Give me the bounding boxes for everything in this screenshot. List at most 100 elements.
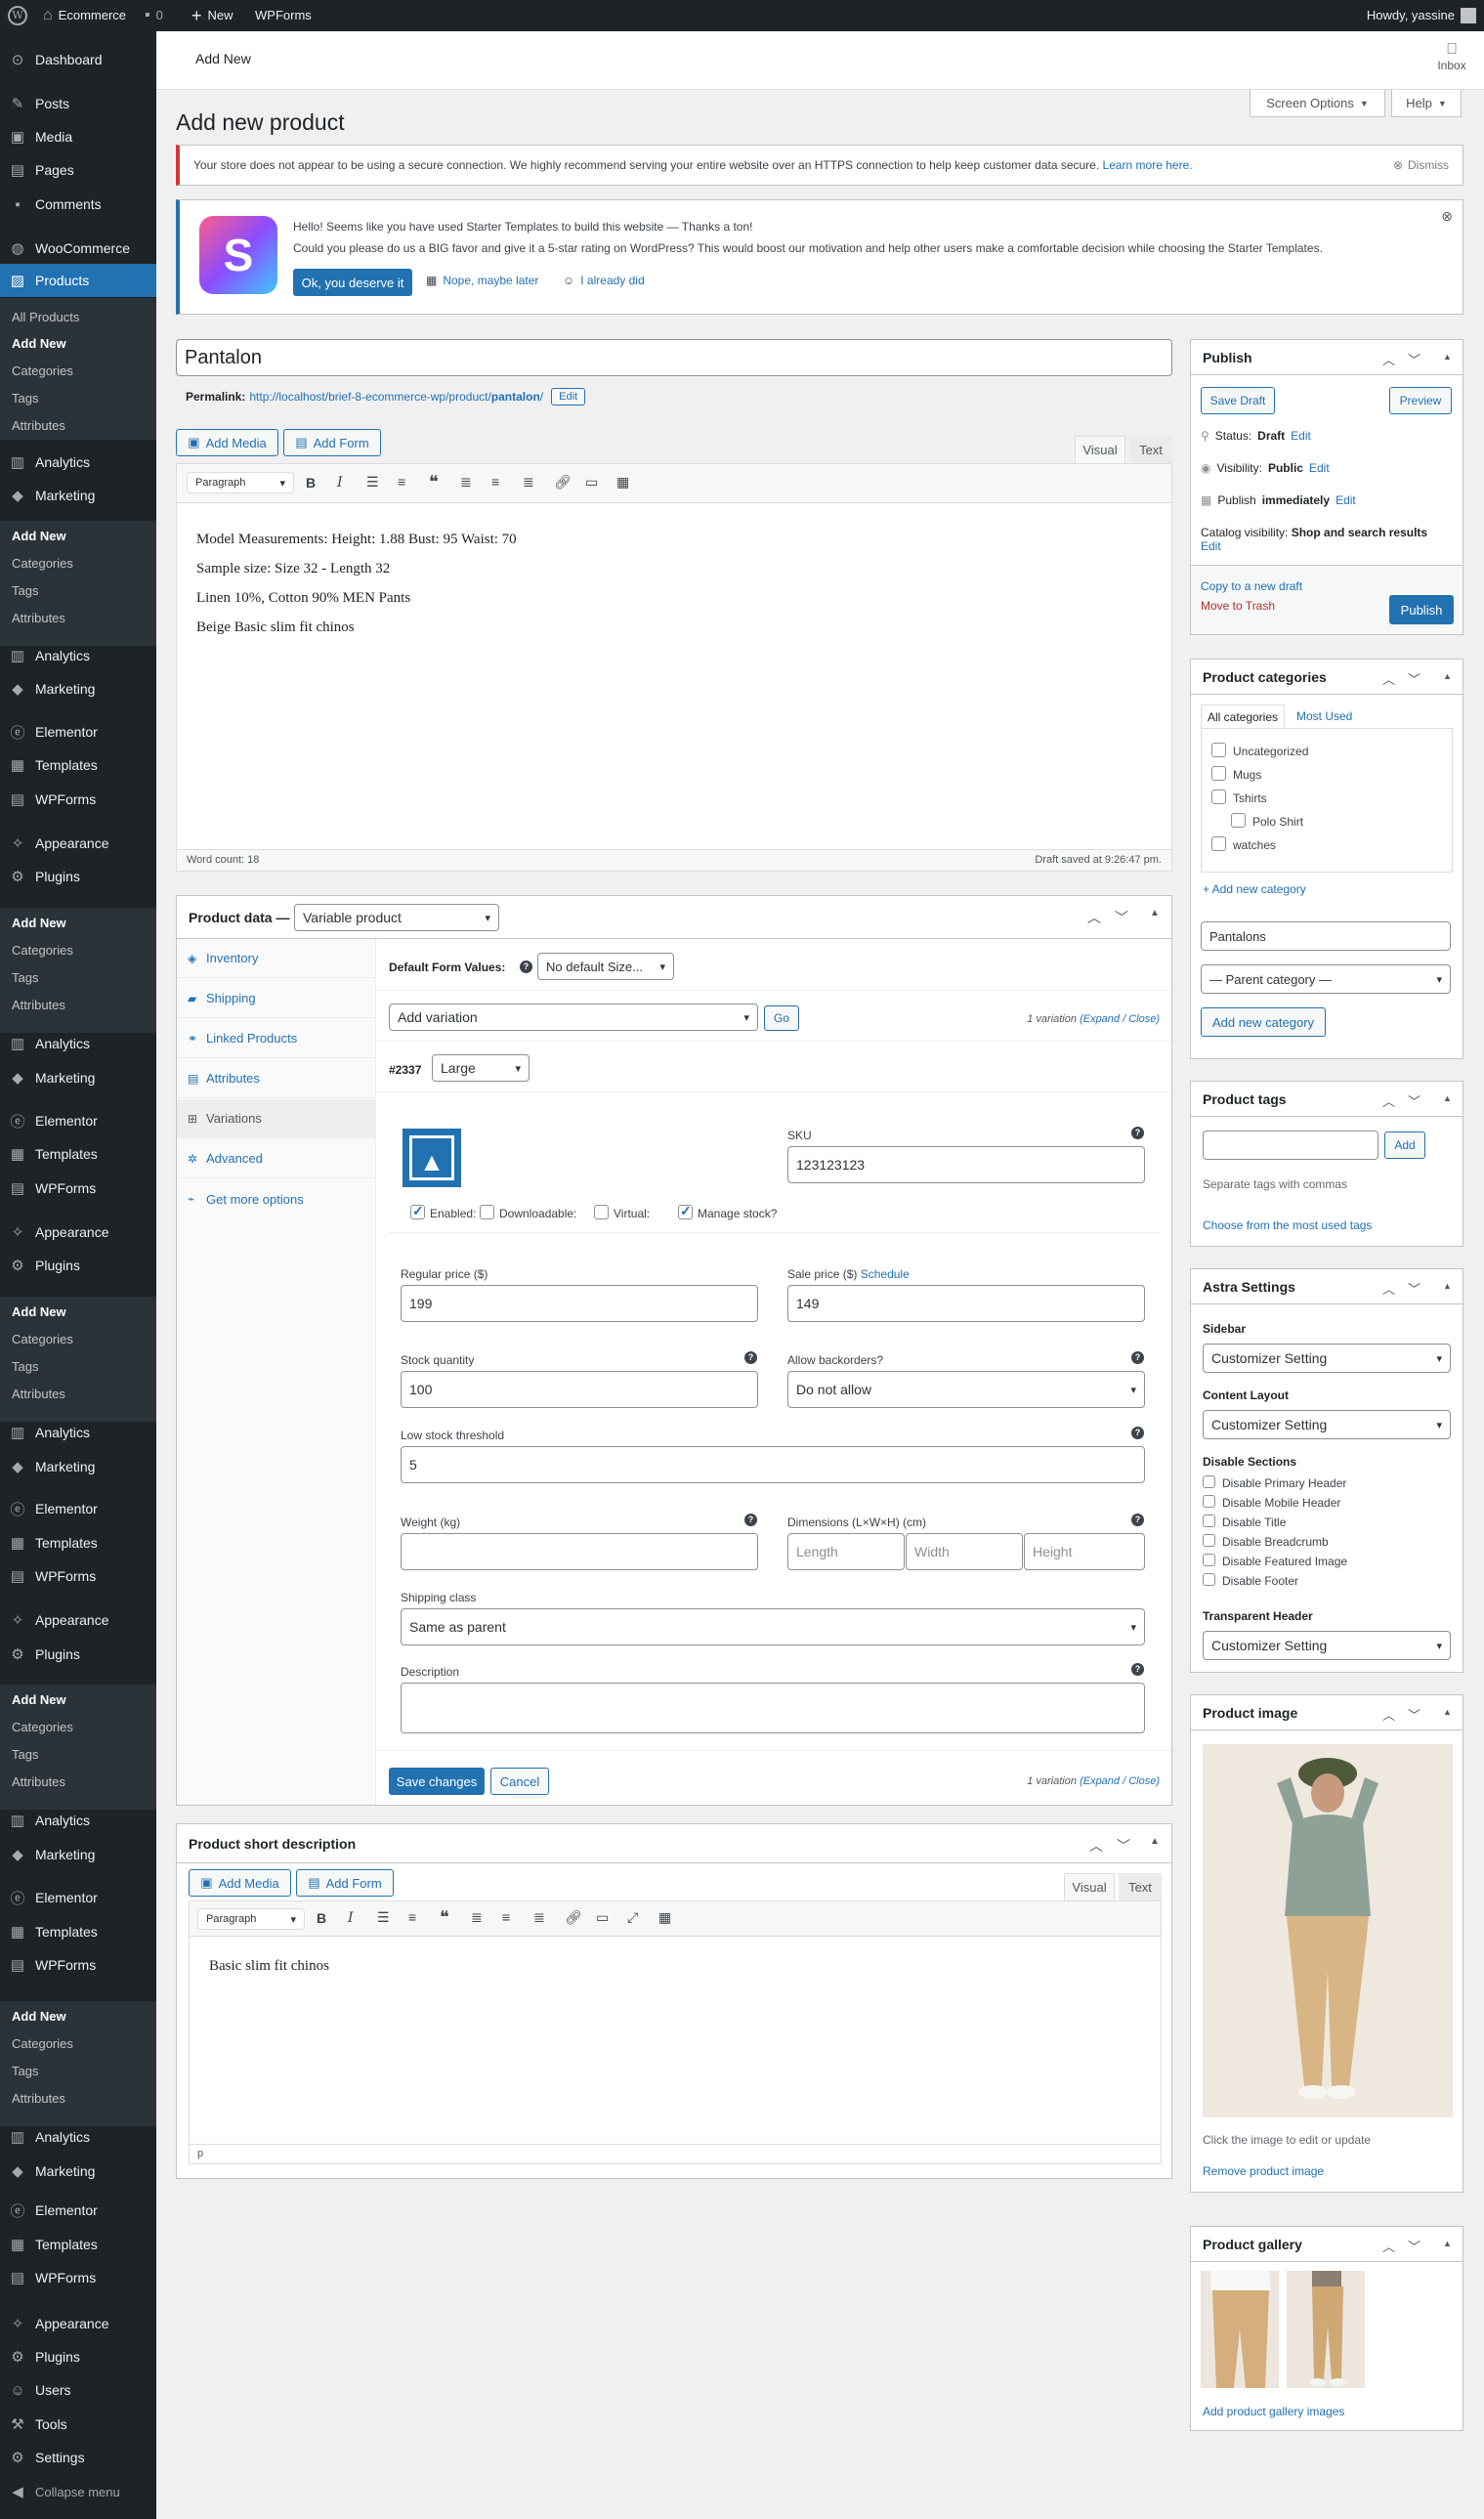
sidebar-subitem-add-new[interactable]: Add New (12, 336, 66, 351)
sidebar-item-posts[interactable]: ✎ Posts (0, 87, 156, 120)
sidebar-item-plugins[interactable]: ⚙Plugins (0, 860, 156, 893)
tab-advanced[interactable]: ✲ Advanced (177, 1139, 376, 1178)
sidebar-subitem-attributes[interactable]: Attributes (12, 1387, 65, 1401)
sidebar-item-marketing[interactable]: ◆ Marketing (0, 672, 156, 705)
collapse-icon[interactable]: ▲ (1150, 908, 1160, 918)
align-center-icon[interactable]: ≡ (491, 474, 499, 490)
sidebar-subitem-categories[interactable]: Categories (12, 556, 73, 571)
edit-date-link[interactable]: Edit (1336, 493, 1356, 507)
sidebar-item-appearance[interactable]: ✧Appearance (0, 1216, 156, 1249)
virtual-checkbox[interactable] (594, 1205, 609, 1219)
tab-linked-products[interactable]: ⚭ Linked Products (177, 1019, 376, 1058)
edit-catalog-link[interactable]: Edit (1201, 539, 1221, 553)
sidebar-subitem-all-products[interactable]: All Products (12, 310, 79, 324)
close-icon[interactable]: ⊗ (1441, 208, 1453, 225)
blockquote-icon[interactable]: ❝ (440, 1907, 449, 1928)
gallery-image[interactable] (1287, 2271, 1365, 2388)
collapse-icon[interactable]: ▲ (1443, 671, 1452, 681)
sku-input[interactable]: 123123123 (787, 1146, 1145, 1183)
move-down-icon[interactable]: ﹀ (1408, 350, 1420, 368)
sidebar-item-templates[interactable]: ▦ Templates (0, 1915, 156, 1948)
sidebar-item-pages[interactable]: ▤ Pages (0, 153, 156, 187)
toolbar-toggle-icon[interactable]: ▦ (616, 474, 629, 491)
move-up-icon[interactable]: ︿ (1382, 2237, 1395, 2255)
height-input[interactable]: Height (1024, 1533, 1145, 1570)
add-media-button[interactable]: ▣ Add Media (176, 429, 278, 456)
astra-transparent-header-select[interactable]: Customizer Setting ▾ (1203, 1631, 1451, 1660)
collapse-icon[interactable]: ▲ (1150, 1836, 1160, 1847)
sidebar-subitem-categories[interactable]: Categories (12, 363, 73, 378)
rate-later-link[interactable]: ▦ Nope, maybe later (426, 274, 538, 287)
disable-checkbox[interactable] (1203, 1495, 1215, 1508)
category-checkbox[interactable] (1211, 743, 1226, 757)
bold-icon[interactable]: B (317, 1910, 326, 1926)
format-select[interactable]: Paragraph ▾ (197, 1908, 305, 1930)
cancel-button[interactable]: Cancel (490, 1768, 549, 1795)
dismiss-button[interactable]: ⊗ Dismiss (1393, 158, 1449, 172)
sidebar-item-plugins[interactable]: ⚙Plugins (0, 2340, 156, 2373)
add-category-button[interactable]: Add new category (1201, 1007, 1326, 1037)
sidebar-item-elementor[interactable]: ⓔ Elementor (0, 1492, 156, 1525)
expand-close-link[interactable]: (Expand / Close) (1080, 1775, 1160, 1787)
category-checkbox[interactable] (1231, 813, 1246, 828)
read-more-icon[interactable]: ▭ (585, 474, 598, 491)
sale-price-input[interactable]: 149 (787, 1285, 1145, 1322)
category-checkbox[interactable] (1211, 836, 1226, 851)
sidebar-subitem-add-new[interactable]: Add New (12, 529, 66, 543)
tab-inventory[interactable]: ◈ Inventory (177, 939, 376, 978)
sidebar-item-elementor[interactable]: ⓔ Elementor (0, 1104, 156, 1137)
sidebar-item-tools[interactable]: ⚒ Tools (0, 2408, 156, 2441)
gallery-image[interactable] (1201, 2271, 1279, 2388)
numbered-list-icon[interactable]: ≡ (398, 474, 405, 490)
italic-icon[interactable]: I (337, 475, 343, 491)
link-icon[interactable]: 🔗︎ (554, 474, 572, 491)
sidebar-subitem-add-new[interactable]: Add New (12, 1304, 66, 1319)
disable-checkbox[interactable] (1203, 1475, 1215, 1488)
sidebar-item-settings[interactable]: ⚙ Settings (0, 2441, 156, 2474)
low-stock-input[interactable]: 5 (401, 1446, 1145, 1483)
short-description-text[interactable]: Basic slim fit chinos (209, 1958, 329, 1975)
sidebar-subitem-attributes[interactable]: Attributes (12, 418, 65, 433)
schedule-link[interactable]: Schedule (861, 1267, 910, 1281)
inbox-button[interactable]: ⎕ Inbox (1426, 41, 1477, 72)
disable-checkbox[interactable] (1203, 1573, 1215, 1586)
tab-attributes[interactable]: ▤ Attributes (177, 1059, 376, 1098)
sidebar-subitem-tags[interactable]: Tags (12, 391, 38, 406)
product-image[interactable] (1203, 1744, 1453, 2117)
sidebar-item-analytics[interactable]: ▥ Analytics (0, 2120, 156, 2154)
help-button[interactable]: Help ▼ (1391, 90, 1462, 117)
sidebar-item-marketing[interactable]: ◆ Marketing (0, 2155, 156, 2188)
wordpress-logo-icon[interactable]: W (8, 0, 27, 31)
sidebar-subitem-tags[interactable]: Tags (12, 970, 38, 985)
site-name-link[interactable]: ⌂ Ecommerce (43, 0, 126, 31)
sidebar-item-wpforms[interactable]: ▤ WPForms (0, 783, 156, 816)
sidebar-item-templates[interactable]: ▦ Templates (0, 748, 156, 782)
length-input[interactable]: Length (787, 1533, 905, 1570)
rate-done-link[interactable]: ☺ I already did (563, 274, 645, 287)
backorders-select[interactable]: Do not allow ▾ (787, 1371, 1145, 1408)
sidebar-item-analytics[interactable]: ▥ Analytics (0, 639, 156, 672)
move-to-trash-link[interactable]: Move to Trash (1201, 599, 1275, 613)
account-menu[interactable]: Howdy, yassine (1367, 0, 1476, 31)
move-up-icon[interactable]: ︿ (1382, 350, 1395, 368)
add-form-button[interactable]: ▤ Add Form (283, 429, 381, 456)
permalink-edit-button[interactable]: Edit (551, 388, 586, 406)
comments-link[interactable]: ▪ 0 (145, 0, 163, 31)
disable-checkbox[interactable] (1203, 1554, 1215, 1566)
fullscreen-icon[interactable]: ⤢ (627, 1909, 638, 1926)
regular-price-input[interactable]: 199 (401, 1285, 758, 1322)
tab-most-used[interactable]: Most Used (1296, 709, 1352, 723)
sidebar-item-plugins[interactable]: ⚙Plugins (0, 1249, 156, 1282)
sidebar-item-dashboard[interactable]: ⊙ Dashboard (0, 43, 156, 76)
sidebar-subitem-tags[interactable]: Tags (12, 1747, 38, 1762)
collapse-icon[interactable]: ▲ (1443, 1707, 1452, 1717)
sidebar-subitem-categories[interactable]: Categories (12, 2036, 73, 2051)
align-right-icon[interactable]: ≣ (523, 474, 534, 491)
align-center-icon[interactable]: ≡ (502, 1909, 510, 1925)
align-left-icon[interactable]: ≣ (460, 474, 472, 491)
sidebar-subitem-tags[interactable]: Tags (12, 583, 38, 598)
permalink-link[interactable]: http://localhost/brief-8-ecommerce-wp/pr… (249, 390, 543, 404)
move-down-icon[interactable]: ﹀ (1117, 1836, 1130, 1856)
align-right-icon[interactable]: ≣ (533, 1909, 545, 1926)
expand-close-link[interactable]: (Expand / Close) (1080, 1013, 1160, 1025)
